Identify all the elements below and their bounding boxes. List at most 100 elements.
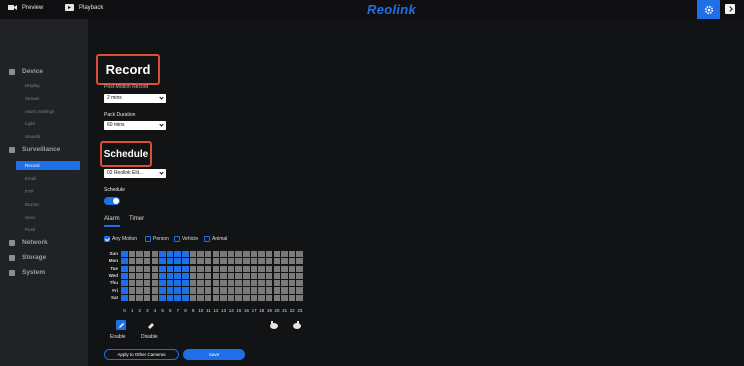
- schedule-cell[interactable]: [136, 265, 143, 272]
- schedule-cell[interactable]: [174, 265, 181, 272]
- schedule-cell[interactable]: [296, 265, 303, 272]
- schedule-cell[interactable]: [250, 272, 258, 280]
- schedule-cell[interactable]: [204, 265, 212, 272]
- schedule-cell[interactable]: [189, 258, 197, 265]
- schedule-cell[interactable]: [143, 265, 151, 272]
- schedule-cell[interactable]: [197, 287, 204, 294]
- schedule-cell[interactable]: [151, 287, 159, 294]
- schedule-cell[interactable]: [258, 287, 265, 294]
- schedule-cell[interactable]: [189, 280, 197, 287]
- schedule-cell[interactable]: [212, 265, 220, 272]
- schedule-cell[interactable]: [235, 272, 242, 280]
- schedule-cell[interactable]: [288, 272, 296, 280]
- schedule-cell[interactable]: [182, 287, 189, 294]
- schedule-cell[interactable]: [273, 294, 281, 301]
- settings-button[interactable]: [697, 0, 720, 19]
- schedule-cell[interactable]: [212, 272, 220, 280]
- schedule-cell[interactable]: [136, 287, 143, 294]
- schedule-cell[interactable]: [296, 251, 303, 258]
- schedule-cell[interactable]: [151, 258, 159, 265]
- schedule-cell[interactable]: [288, 280, 296, 287]
- schedule-cell[interactable]: [159, 287, 166, 294]
- schedule-cell[interactable]: [182, 294, 189, 301]
- schedule-cell[interactable]: [258, 280, 265, 287]
- schedule-cell[interactable]: [166, 265, 174, 272]
- schedule-cell[interactable]: [166, 272, 174, 280]
- schedule-cell[interactable]: [128, 251, 136, 258]
- preview-tab[interactable]: Preview: [8, 4, 43, 11]
- schedule-cell[interactable]: [121, 280, 128, 287]
- schedule-cell[interactable]: [220, 265, 227, 272]
- schedule-cell[interactable]: [166, 258, 174, 265]
- schedule-cell[interactable]: [166, 294, 174, 301]
- schedule-cell[interactable]: [296, 294, 303, 301]
- schedule-cell[interactable]: [243, 287, 250, 294]
- schedule-cell[interactable]: [281, 294, 288, 301]
- day-label[interactable]: Sat: [106, 295, 118, 300]
- pack-duration-select[interactable]: 60 mins: [104, 121, 166, 130]
- schedule-cell[interactable]: [159, 280, 166, 287]
- schedule-cell[interactable]: [204, 280, 212, 287]
- schedule-cell[interactable]: [212, 280, 220, 287]
- schedule-cell[interactable]: [189, 294, 197, 301]
- hand-icon[interactable]: [269, 320, 279, 330]
- schedule-cell[interactable]: [250, 265, 258, 272]
- schedule-cell[interactable]: [250, 294, 258, 301]
- schedule-cell[interactable]: [288, 294, 296, 301]
- schedule-cell[interactable]: [235, 294, 242, 301]
- schedule-cell[interactable]: [243, 258, 250, 265]
- schedule-cell[interactable]: [281, 251, 288, 258]
- schedule-cell[interactable]: [212, 287, 220, 294]
- schedule-cell[interactable]: [189, 265, 197, 272]
- filter-vehicle[interactable]: Vehicle: [174, 236, 198, 242]
- schedule-cell[interactable]: [265, 265, 273, 272]
- sidebar-section-storage[interactable]: Storage: [9, 254, 46, 261]
- schedule-cell[interactable]: [121, 251, 128, 258]
- schedule-cell[interactable]: [235, 287, 242, 294]
- schedule-cell[interactable]: [166, 287, 174, 294]
- schedule-cell[interactable]: [159, 294, 166, 301]
- schedule-cell[interactable]: [151, 265, 159, 272]
- schedule-cell[interactable]: [243, 272, 250, 280]
- schedule-cell[interactable]: [182, 258, 189, 265]
- schedule-cell[interactable]: [227, 294, 235, 301]
- schedule-cell[interactable]: [151, 294, 159, 301]
- sidebar-item-sounds[interactable]: Sounds: [25, 134, 40, 139]
- schedule-cell[interactable]: [197, 294, 204, 301]
- schedule-cell[interactable]: [121, 294, 128, 301]
- sidebar-item-siren[interactable]: Siren: [25, 215, 36, 220]
- sidebar-item-buzzer[interactable]: Buzzer: [25, 202, 39, 207]
- schedule-cell[interactable]: [204, 258, 212, 265]
- schedule-cell[interactable]: [121, 258, 128, 265]
- schedule-cell[interactable]: [136, 258, 143, 265]
- sidebar-item-record[interactable]: Record: [16, 161, 80, 170]
- post-motion-select[interactable]: 2 mins: [104, 94, 166, 103]
- schedule-cell[interactable]: [296, 258, 303, 265]
- schedule-cell[interactable]: [159, 272, 166, 280]
- schedule-cell[interactable]: [243, 280, 250, 287]
- sidebar-item-alarm-settings[interactable]: Alarm Settings: [25, 109, 54, 114]
- apply-to-other-cameras-button[interactable]: Apply to Other Cameras: [104, 349, 179, 360]
- schedule-cell[interactable]: [151, 280, 159, 287]
- schedule-cell[interactable]: [128, 265, 136, 272]
- schedule-cell[interactable]: [220, 258, 227, 265]
- schedule-cell[interactable]: [288, 287, 296, 294]
- schedule-cell[interactable]: [197, 272, 204, 280]
- schedule-cell[interactable]: [227, 272, 235, 280]
- schedule-cell[interactable]: [281, 280, 288, 287]
- schedule-cell[interactable]: [227, 265, 235, 272]
- schedule-cell[interactable]: [174, 251, 181, 258]
- tab-timer[interactable]: Timer: [129, 216, 144, 222]
- day-label[interactable]: Fri: [106, 288, 118, 293]
- sidebar-item-stream[interactable]: Stream: [25, 96, 40, 101]
- schedule-cell[interactable]: [227, 251, 235, 258]
- sidebar-item-push[interactable]: Push: [25, 227, 35, 232]
- schedule-cell[interactable]: [235, 251, 242, 258]
- eraser-icon[interactable]: [146, 320, 156, 330]
- schedule-cell[interactable]: [296, 287, 303, 294]
- sidebar-section-system[interactable]: System: [9, 269, 45, 276]
- day-label[interactable]: Tue: [106, 266, 118, 271]
- schedule-cell[interactable]: [258, 265, 265, 272]
- schedule-cell[interactable]: [136, 251, 143, 258]
- schedule-cell[interactable]: [159, 265, 166, 272]
